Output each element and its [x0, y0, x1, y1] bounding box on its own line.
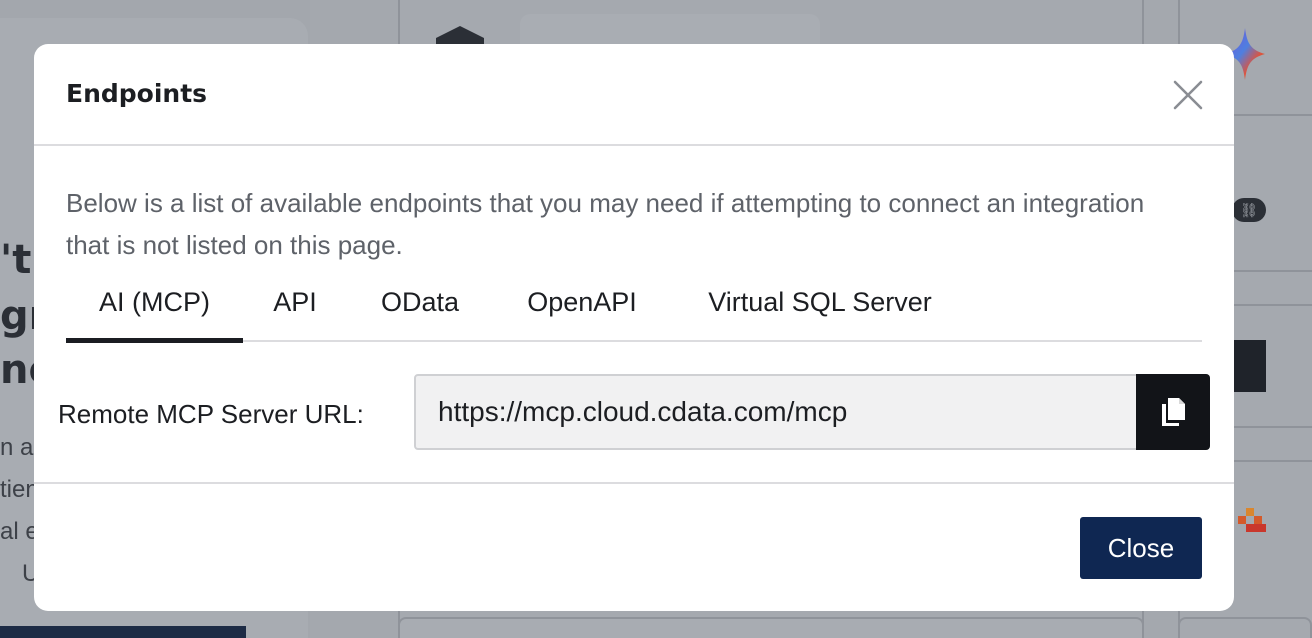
remote-mcp-url-label: Remote MCP Server URL: [58, 399, 364, 429]
background-card [398, 617, 1144, 638]
modal-footer: Close [34, 484, 1234, 611]
background-button [0, 626, 246, 638]
tab-odata[interactable]: OData [364, 274, 476, 342]
background-card [520, 14, 820, 44]
remote-mcp-url-value[interactable]: https://mcp.cloud.cdata.com/mcp [438, 393, 847, 431]
background-text-line: tien [0, 476, 39, 503]
close-icon[interactable] [1172, 79, 1204, 111]
tab-openapi[interactable]: OpenAPI [512, 274, 652, 342]
copy-icon [1162, 398, 1185, 426]
tab-ai-mcp[interactable]: AI (MCP) [66, 274, 243, 343]
modal-title: Endpoints [66, 79, 208, 108]
tab-api[interactable]: API [262, 274, 328, 342]
modal-description: Below is a list of available endpoints t… [66, 188, 1145, 260]
link-icon: ⛓ [1232, 198, 1266, 222]
modal-header: Endpoints [34, 44, 1234, 146]
background-text-line: al e [0, 518, 39, 545]
app-logo-icon [1238, 508, 1266, 532]
endpoint-tabs: AI (MCP) API OData OpenAPI Virtual SQL S… [66, 274, 1202, 343]
copy-button[interactable] [1136, 374, 1210, 450]
endpoints-modal: Endpoints Below is a list of available e… [34, 44, 1234, 611]
remote-mcp-url-field[interactable]: https://mcp.cloud.cdata.com/mcp [414, 374, 1210, 450]
close-button[interactable]: Close [1080, 517, 1202, 579]
background-heading-line: 't [0, 237, 32, 283]
tab-virtual-sql-server[interactable]: Virtual SQL Server [688, 274, 952, 342]
background-card [1178, 617, 1312, 638]
modal-body: Below is a list of available endpoints t… [34, 146, 1234, 484]
background-text-line: n al [0, 434, 39, 461]
